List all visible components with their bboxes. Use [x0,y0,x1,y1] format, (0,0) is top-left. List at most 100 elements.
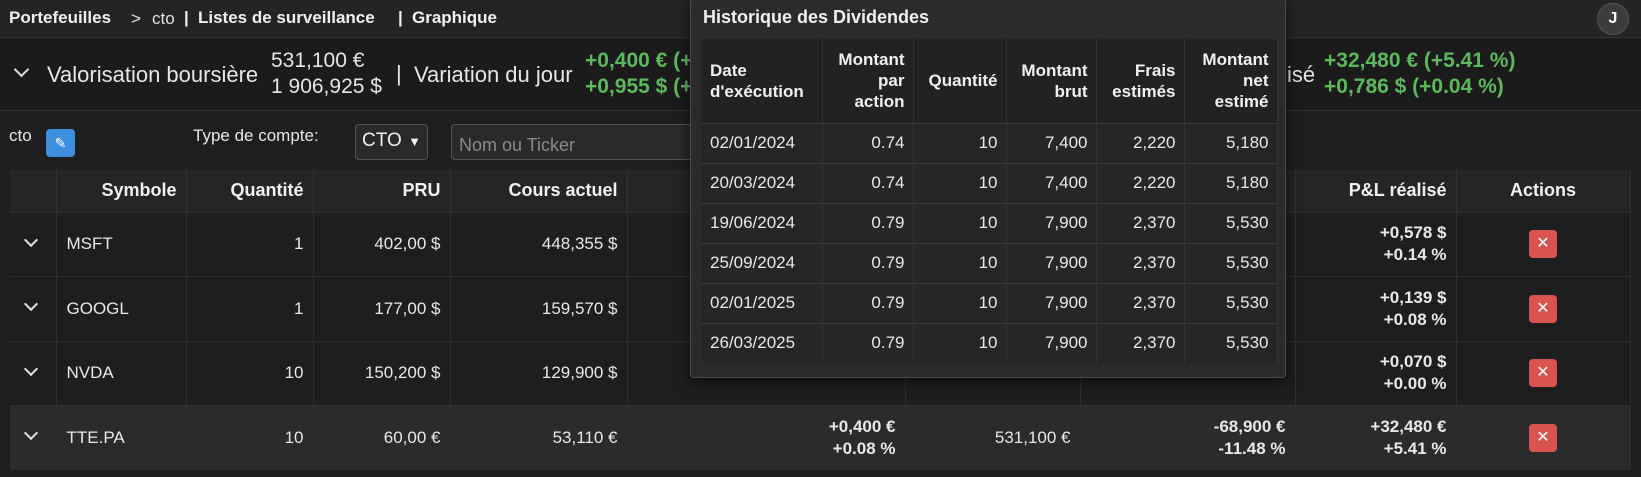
gross-cell: 7,900 [1006,242,1097,283]
quantity-cell: 10 [913,282,1007,323]
dividend-row: 02/01/2025 0.79 10 7,900 2,370 5,530 [701,282,1278,323]
per-share-cell: 0.79 [822,202,914,243]
per-share-cell: 0.79 [822,322,914,363]
pru-cell: 402,00 $ [313,211,451,277]
date-header: Date d'exécution [701,39,823,123]
dividend-row: 20/03/2024 0.74 10 7,400 2,220 5,180 [701,162,1278,203]
chevron-down-icon[interactable] [23,425,39,441]
chevron-down-icon[interactable] [13,61,30,78]
delete-button[interactable]: ✕ [1529,230,1557,259]
realized-cell: +0,578 $ +0.14 % [1295,211,1457,277]
date-cell: 26/03/2025 [701,322,823,363]
pencil-icon: ✎ [54,135,67,151]
per-share-header: Montant par action [822,39,914,123]
chevron-down-icon[interactable] [23,232,39,247]
realized-percent: +0.14 % [1383,245,1447,265]
price-cell: 159,570 $ [450,276,628,341]
unrealized-percent: -11.48 % [1218,439,1286,458]
chevron-down-icon[interactable] [23,361,39,376]
summary-divider: | [396,61,402,86]
quantity-cell: 10 [186,340,314,406]
actions-cell: ✕ [1456,340,1631,406]
delete-button[interactable]: ✕ [1529,359,1557,388]
pru-cell: 150,200 $ [313,340,451,406]
breadcrumb-separator: > [131,9,141,28]
breadcrumb-current[interactable]: cto [152,9,175,29]
realized-percent: +0.00 % [1383,374,1447,394]
realized-amount: +32,480 € [1370,417,1447,436]
dividend-header-row: Date d'exécution Montant par action Quantit… [701,39,1278,123]
avatar[interactable]: J [1597,3,1629,35]
date-header-line: d'exécution [710,81,804,101]
valuation-label: Valorisation boursière [47,62,259,87]
pru-cell: 177,00 $ [313,276,451,341]
caret-down-icon: ▼ [408,134,421,149]
net-cell: 5,180 [1184,122,1278,163]
unrealized-cell: -68,900 € -11.48 % [1080,405,1296,470]
per-share-cell: 0.79 [822,242,914,283]
realized-percent: +0.08 % [1383,309,1447,329]
gross-cell: 7,900 [1006,322,1097,363]
pru-header[interactable]: PRU [313,170,451,212]
nav-chart[interactable]: Graphique [412,8,497,28]
per-share-cell: 0.74 [822,162,914,203]
day-change-cell: +0,400 € +0.08 % [627,405,906,470]
symbol-cell: MSFT [56,211,187,277]
expand-column-header [10,170,57,212]
net-header: Montant net estimé [1184,39,1278,123]
dividend-row: 25/09/2024 0.79 10 7,900 2,370 5,530 [701,242,1278,283]
gross-header-line: Montant [1021,60,1088,80]
delete-button[interactable]: ✕ [1529,294,1557,323]
expand-row-toggle[interactable] [10,276,57,341]
expand-row-toggle[interactable] [10,405,57,470]
account-type-value: CTO [362,130,402,151]
symbol-cell: TTE.PA [56,405,187,470]
quantity-cell: 10 [913,242,1007,283]
symbol-cell: NVDA [56,340,187,406]
date-cell: 19/06/2024 [701,202,823,243]
symbol-cell: GOOGL [56,276,187,341]
value-cell: 531,100 € [905,405,1081,470]
search-input[interactable] [451,124,713,160]
price-header[interactable]: Cours actuel [450,170,628,212]
date-header-line: Date [710,60,747,80]
chevron-down-icon[interactable] [23,296,39,312]
nav-portfolios[interactable]: Portefeuilles [9,8,111,28]
day-change-amount: +0,400 € [828,417,896,436]
dividend-row: 02/01/2024 0.74 10 7,400 2,220 5,180 [701,122,1278,163]
gross-header-line: brut [1054,81,1088,101]
fees-cell: 2,370 [1096,202,1185,243]
net-cell: 5,530 [1184,322,1278,363]
fees-cell: 2,370 [1096,282,1185,323]
symbol-header[interactable]: Symbole [56,170,187,212]
fees-cell: 2,220 [1096,122,1185,163]
date-cell: 25/09/2024 [701,242,823,283]
net-header-line: net [1243,71,1269,91]
table-row[interactable]: TTE.PA 10 60,00 € 53,110 € +0,400 € +0.08… [10,405,1631,470]
net-cell: 5,530 [1184,242,1278,283]
realized-usd: +0,786 $ (+0.04 %) [1324,75,1504,98]
valuation-usd: 1 906,925 $ [271,75,382,98]
edit-portfolio-button[interactable]: ✎ [46,129,75,157]
realized-cell: +0,139 $ +0.08 % [1295,276,1457,341]
portfolio-name: cto [9,126,32,145]
actions-header: Actions [1456,170,1631,212]
realized-cell: +0,070 $ +0.00 % [1295,340,1457,406]
expand-row-toggle[interactable] [10,340,57,406]
realized-label: isé [1287,62,1316,87]
quantity-cell: 1 [186,276,314,341]
fees-header: Frais estimés [1096,39,1185,123]
quantity-header[interactable]: Quantité [186,170,314,212]
delete-button[interactable]: ✕ [1529,424,1557,452]
nav-watchlists[interactable]: Listes de surveillance [198,8,375,28]
quantity-cell: 10 [913,122,1007,163]
realized-header[interactable]: P&L réalisé [1295,170,1457,212]
per-share-header-line: par [878,71,905,91]
expand-row-toggle[interactable] [10,211,57,277]
account-type-select[interactable]: CTO ▼ [355,124,428,160]
date-cell: 02/01/2024 [701,122,823,163]
popup-title: Historique des Dividendes [703,7,930,27]
dividend-history-popup: Historique des Dividendes Date d'exécutio… [690,0,1286,378]
gross-cell: 7,400 [1006,162,1097,203]
price-cell: 129,900 $ [450,340,628,406]
